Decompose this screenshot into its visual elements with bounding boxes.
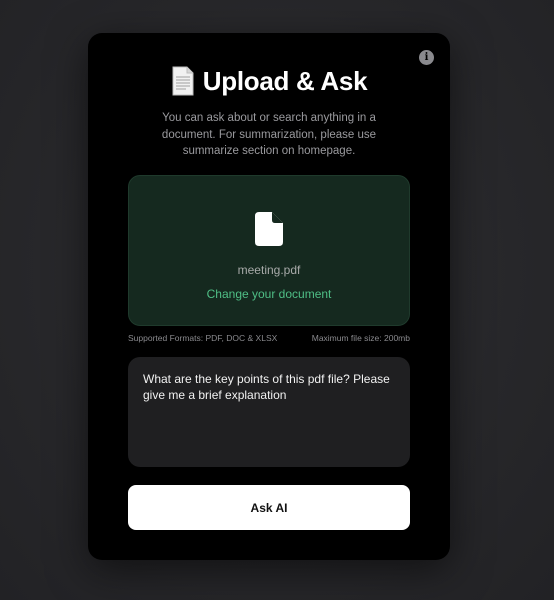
upload-dropzone[interactable]: meeting.pdf Change your document [128,175,410,326]
question-input[interactable]: What are the key points of this pdf file… [128,357,410,467]
file-name: meeting.pdf [237,263,301,277]
change-document-link[interactable]: Change your document [129,287,409,301]
upload-meta: Supported Formats: PDF, DOC & XLSX Maxim… [128,333,410,343]
supported-formats: Supported Formats: PDF, DOC & XLSX [128,333,278,343]
dialog-subtitle: You can ask about or search anything in … [161,112,377,157]
file-icon [255,212,283,246]
ask-ai-button[interactable]: Ask AI [128,485,410,530]
dialog-header: Upload & Ask [88,63,450,99]
dialog-title: Upload & Ask [202,65,368,96]
upload-ask-dialog: i Upload & Ask You can ask about or sear… [88,33,450,560]
page-emoji-icon [172,66,194,96]
max-file-size: Maximum file size: 200mb [311,333,410,343]
